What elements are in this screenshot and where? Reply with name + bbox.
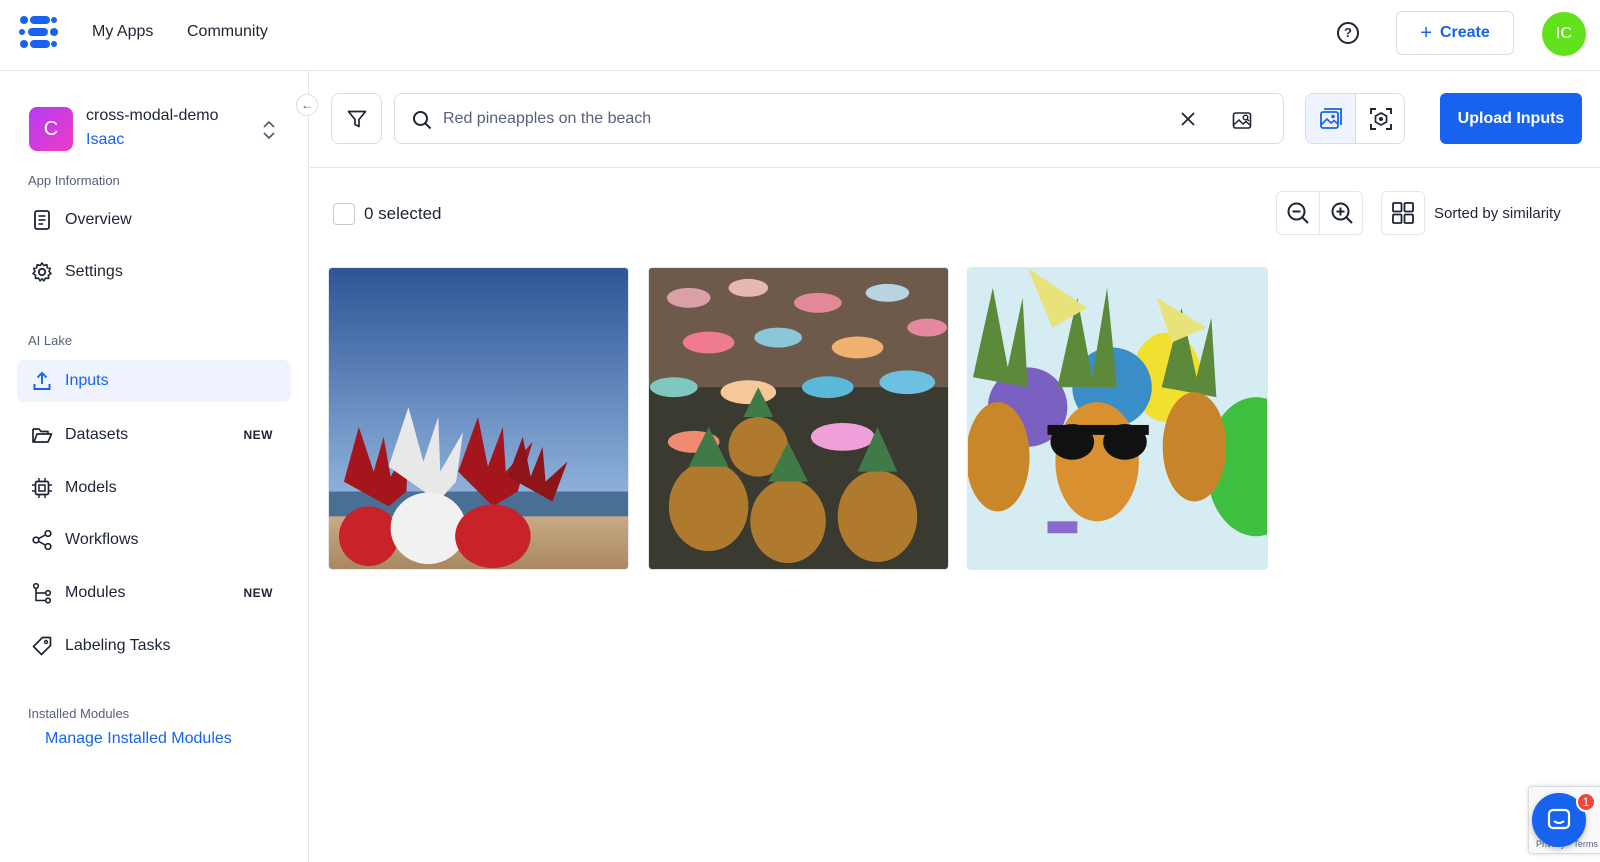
- section-label-app-information: App Information: [28, 173, 120, 188]
- search-icon: [413, 111, 432, 130]
- input-image-tile[interactable]: [328, 267, 629, 570]
- clarifai-logo-icon[interactable]: [18, 14, 60, 50]
- zoom-out-button[interactable]: [1277, 192, 1320, 234]
- image-pineapples-umbrellas: [649, 268, 948, 569]
- object-detection-mode-button[interactable]: [1356, 94, 1404, 143]
- sidebar-item-label: Overview: [65, 211, 132, 228]
- app-name: cross-modal-demo: [86, 107, 219, 124]
- create-button[interactable]: + Create: [1396, 11, 1514, 55]
- zoom-out-icon: [1287, 202, 1309, 224]
- sidebar-item-label: Labeling Tasks: [65, 637, 171, 654]
- app-avatar: C: [29, 107, 73, 151]
- section-label-installed-modules: Installed Modules: [28, 706, 130, 721]
- image-party-pineapples-sunglasses: [968, 268, 1267, 569]
- sidebar-item-modules[interactable]: Modules NEW: [17, 572, 291, 614]
- sidebar-item-label: Datasets: [65, 426, 129, 443]
- sidebar-item-workflows[interactable]: Workflows: [17, 519, 291, 561]
- input-image-tile[interactable]: [648, 267, 949, 570]
- grid-icon: [1392, 202, 1414, 224]
- search-box: [394, 93, 1284, 144]
- section-label-ai-lake: AI Lake: [28, 333, 73, 348]
- user-avatar[interactable]: IC: [1542, 12, 1586, 56]
- sidebar-item-labeling-tasks[interactable]: Labeling Tasks: [17, 625, 291, 667]
- manage-installed-modules-link[interactable]: Manage Installed Modules: [45, 730, 232, 748]
- chip-icon: [31, 477, 53, 499]
- image-red-pineapples-beach: [329, 268, 628, 569]
- filter-icon: [347, 110, 367, 128]
- search-input[interactable]: [443, 106, 1143, 132]
- collapse-sidebar-arrow-icon[interactable]: ←: [296, 94, 318, 116]
- sidebar-item-models[interactable]: Models: [17, 467, 291, 509]
- sidebar-item-datasets[interactable]: Datasets NEW: [17, 414, 291, 456]
- sort-dropdown[interactable]: Sorted by similarity: [1434, 205, 1561, 222]
- search-mode-toggle: [1305, 93, 1405, 144]
- selected-count: 0 selected: [364, 204, 442, 223]
- sidebar-item-label: Modules: [65, 584, 126, 601]
- module-tree-icon: [31, 582, 53, 604]
- image-grid-mode-button[interactable]: [1306, 94, 1356, 143]
- app-owner-link[interactable]: Isaac: [86, 131, 124, 149]
- images-icon: [1319, 107, 1342, 129]
- plus-icon: +: [1420, 22, 1432, 44]
- new-badge: NEW: [243, 428, 273, 442]
- document-icon: [31, 209, 53, 231]
- sidebar-item-inputs[interactable]: Inputs: [17, 360, 291, 402]
- folder-icon: [31, 424, 53, 446]
- sidebar-item-label: Settings: [65, 263, 123, 280]
- top-bar: My Apps Community ? + Create IC: [0, 0, 1600, 71]
- input-image-tile[interactable]: [967, 267, 1268, 570]
- gear-icon: [31, 261, 53, 283]
- upload-icon: [31, 370, 53, 392]
- sidebar-item-overview[interactable]: Overview: [17, 199, 291, 241]
- sidebar-item-label: Inputs: [65, 372, 109, 389]
- object-scan-icon: [1370, 107, 1392, 130]
- tag-icon: [31, 635, 53, 657]
- create-label: Create: [1439, 24, 1490, 41]
- zoom-in-icon: [1331, 202, 1353, 224]
- grid-view-button[interactable]: [1381, 191, 1425, 235]
- close-icon[interactable]: [1179, 110, 1197, 128]
- sidebar-item-label: Workflows: [65, 531, 139, 548]
- zoom-controls: [1276, 191, 1363, 235]
- chevron-up-down-icon[interactable]: [262, 119, 276, 141]
- nav-my-apps[interactable]: My Apps: [92, 23, 153, 41]
- zoom-in-button[interactable]: [1320, 192, 1363, 234]
- sidebar: C cross-modal-demo Isaac App Information…: [0, 71, 309, 862]
- nav-community[interactable]: Community: [187, 23, 268, 41]
- image-search-icon[interactable]: [1231, 109, 1253, 131]
- filter-button[interactable]: [331, 93, 382, 144]
- search-toolbar: Upload Inputs: [310, 71, 1600, 168]
- question-circle-icon[interactable]: ?: [1337, 22, 1359, 44]
- select-all-checkbox[interactable]: [333, 203, 355, 225]
- share-icon: [31, 529, 53, 551]
- sidebar-item-settings[interactable]: Settings: [17, 251, 291, 293]
- notification-badge: 1: [1576, 792, 1596, 812]
- new-badge: NEW: [243, 586, 273, 600]
- upload-inputs-button[interactable]: Upload Inputs: [1440, 93, 1582, 144]
- chat-icon: [1547, 808, 1571, 830]
- sidebar-item-label: Models: [65, 479, 117, 496]
